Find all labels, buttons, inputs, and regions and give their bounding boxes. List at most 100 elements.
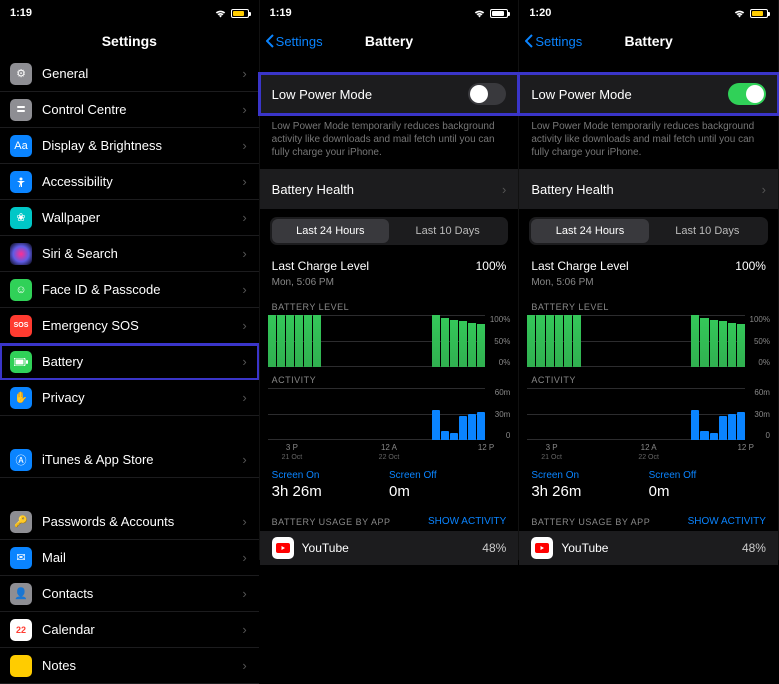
hand-icon: ✋ (10, 387, 32, 409)
chevron-right-icon: › (242, 586, 246, 601)
chevron-right-icon: › (242, 318, 246, 333)
chevron-right-icon: › (242, 354, 246, 369)
low-power-mode-row[interactable]: Low Power Mode (260, 74, 519, 114)
last-charge-time: Mon, 5:06 PM (260, 277, 519, 294)
chevron-right-icon: › (242, 282, 246, 297)
wallpaper-icon: ❀ (10, 207, 32, 229)
low-power-toggle[interactable] (728, 83, 766, 105)
chevron-right-icon: › (242, 210, 246, 225)
back-button[interactable]: Settings (519, 34, 582, 49)
settings-row-general[interactable]: ⚙General› (0, 56, 259, 92)
navbar-title: Battery (365, 33, 413, 49)
mail-icon: ✉ (10, 547, 32, 569)
settings-row-battery[interactable]: Battery› (0, 344, 259, 380)
status-time: 1:19 (10, 7, 32, 19)
accessibility-icon (10, 171, 32, 193)
seg-24h[interactable]: Last 24 Hours (531, 219, 648, 243)
time-range-segment[interactable]: Last 24 Hours Last 10 Days (529, 217, 768, 245)
battery-status-icon (750, 9, 768, 18)
settings-row-siri[interactable]: Siri & Search› (0, 236, 259, 272)
wifi-icon (473, 9, 486, 18)
low-power-toggle[interactable] (468, 83, 506, 105)
last-charge-pct: 100% (476, 259, 507, 273)
low-power-label: Low Power Mode (272, 87, 372, 102)
show-activity-link[interactable]: SHOW ACTIVITY (688, 516, 766, 527)
back-button[interactable]: Settings (260, 34, 323, 49)
status-bar: 1:19 (260, 0, 519, 26)
seg-10d[interactable]: Last 10 Days (389, 219, 506, 243)
settings-row-passwords[interactable]: 🔑Passwords & Accounts› (0, 504, 259, 540)
battery-status-icon (490, 9, 508, 18)
settings-row-calendar[interactable]: 22Calendar› (0, 612, 259, 648)
youtube-icon (272, 537, 294, 559)
chevron-right-icon: › (242, 550, 246, 565)
app-name: YouTube (302, 541, 349, 555)
settings-row-contacts[interactable]: 👤Contacts› (0, 576, 259, 612)
faceid-icon: ☺ (10, 279, 32, 301)
battery-status-icon (231, 9, 249, 18)
settings-row-accessibility[interactable]: Accessibility› (0, 164, 259, 200)
settings-row-wallpaper[interactable]: ❀Wallpaper› (0, 200, 259, 236)
seg-10d[interactable]: Last 10 Days (649, 219, 766, 243)
contacts-icon: 👤 (10, 583, 32, 605)
battery-health-row[interactable]: Battery Health › (519, 169, 778, 209)
status-time: 1:20 (529, 7, 551, 19)
settings-row-faceid[interactable]: ☺Face ID & Passcode› (0, 272, 259, 308)
last-charge-label: Last Charge Level (272, 259, 369, 273)
chevron-right-icon: › (762, 182, 766, 197)
chevron-right-icon: › (242, 102, 246, 117)
show-activity-link[interactable]: SHOW ACTIVITY (428, 516, 506, 527)
screen-on-label: Screen On (272, 470, 389, 481)
time-range-segment[interactable]: Last 24 Hours Last 10 Days (270, 217, 509, 245)
settings-row-display[interactable]: AaDisplay & Brightness› (0, 128, 259, 164)
battery-health-row[interactable]: Battery Health › (260, 169, 519, 209)
low-power-description: Low Power Mode temporarily reduces backg… (519, 114, 778, 169)
navbar-title: Settings (102, 33, 157, 49)
low-power-label: Low Power Mode (531, 87, 631, 102)
screen-on-label: Screen On (531, 470, 648, 481)
app-pct: 48% (482, 541, 506, 555)
battery-health-label: Battery Health (531, 182, 613, 197)
settings-list: ⚙General› Control Centre› AaDisplay & Br… (0, 56, 259, 684)
last-charge-time: Mon, 5:06 PM (519, 277, 778, 294)
app-pct: 48% (742, 541, 766, 555)
settings-row-mail[interactable]: ✉Mail› (0, 540, 259, 576)
activity-chart: 60m30m0 (527, 388, 770, 440)
seg-24h[interactable]: Last 24 Hours (272, 219, 389, 243)
calendar-icon: 22 (10, 619, 32, 641)
low-power-mode-row[interactable]: Low Power Mode (519, 74, 778, 114)
sliders-icon (10, 99, 32, 121)
screen-off-value: 0m (649, 483, 766, 500)
siri-icon (10, 243, 32, 265)
chevron-right-icon: › (242, 514, 246, 529)
screen-off-value: 0m (389, 483, 506, 500)
navbar: Settings Battery (519, 26, 778, 56)
screen-battery-off: 1:19 Settings Battery Low Power Mode Low… (260, 0, 520, 560)
settings-row-control-centre[interactable]: Control Centre› (0, 92, 259, 128)
wifi-icon (214, 9, 227, 18)
settings-row-sos[interactable]: SOSEmergency SOS› (0, 308, 259, 344)
screen-on-off-row: Screen On 3h 26m Screen Off 0m (260, 464, 519, 508)
chevron-right-icon: › (242, 622, 246, 637)
app-name: YouTube (561, 541, 608, 555)
sos-icon: SOS (10, 315, 32, 337)
last-charge-pct: 100% (735, 259, 766, 273)
settings-row-privacy[interactable]: ✋Privacy› (0, 380, 259, 416)
battery-icon (10, 351, 32, 373)
last-charge-label: Last Charge Level (531, 259, 628, 273)
battery-health-label: Battery Health (272, 182, 354, 197)
screen-off-label: Screen Off (389, 470, 506, 481)
settings-row-appstore[interactable]: ⒶiTunes & App Store› (0, 442, 259, 478)
settings-row-notes[interactable]: Notes› (0, 648, 259, 684)
activity-label: ACTIVITY (260, 367, 519, 388)
chart-xaxis: 3 P12 A12 P (519, 440, 778, 454)
chevron-right-icon: › (242, 138, 246, 153)
status-time: 1:19 (270, 7, 292, 19)
usage-header: BATTERY USAGE BY APP SHOW ACTIVITY (260, 508, 519, 531)
chart-xaxis-sub: 21 Oct22 Oct (260, 454, 519, 464)
screen-on-value: 3h 26m (272, 483, 389, 500)
status-bar: 1:19 (0, 0, 259, 26)
wifi-icon (733, 9, 746, 18)
chevron-right-icon: › (242, 658, 246, 673)
gear-icon: ⚙ (10, 63, 32, 85)
